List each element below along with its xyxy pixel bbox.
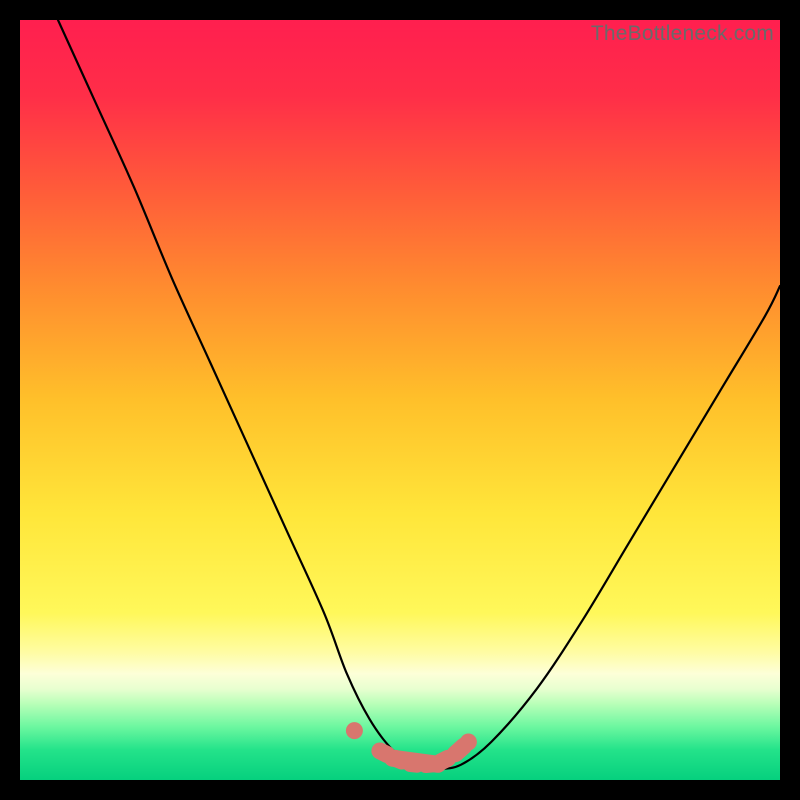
chart-frame: TheBottleneck.com xyxy=(20,20,780,780)
optimum-marker-dot xyxy=(346,722,363,739)
optimum-marker-segment xyxy=(455,746,464,754)
watermark-text: TheBottleneck.com xyxy=(591,22,774,46)
optimum-marker-segment xyxy=(392,758,438,764)
gradient-background xyxy=(20,20,780,780)
bottleneck-chart xyxy=(20,20,780,780)
